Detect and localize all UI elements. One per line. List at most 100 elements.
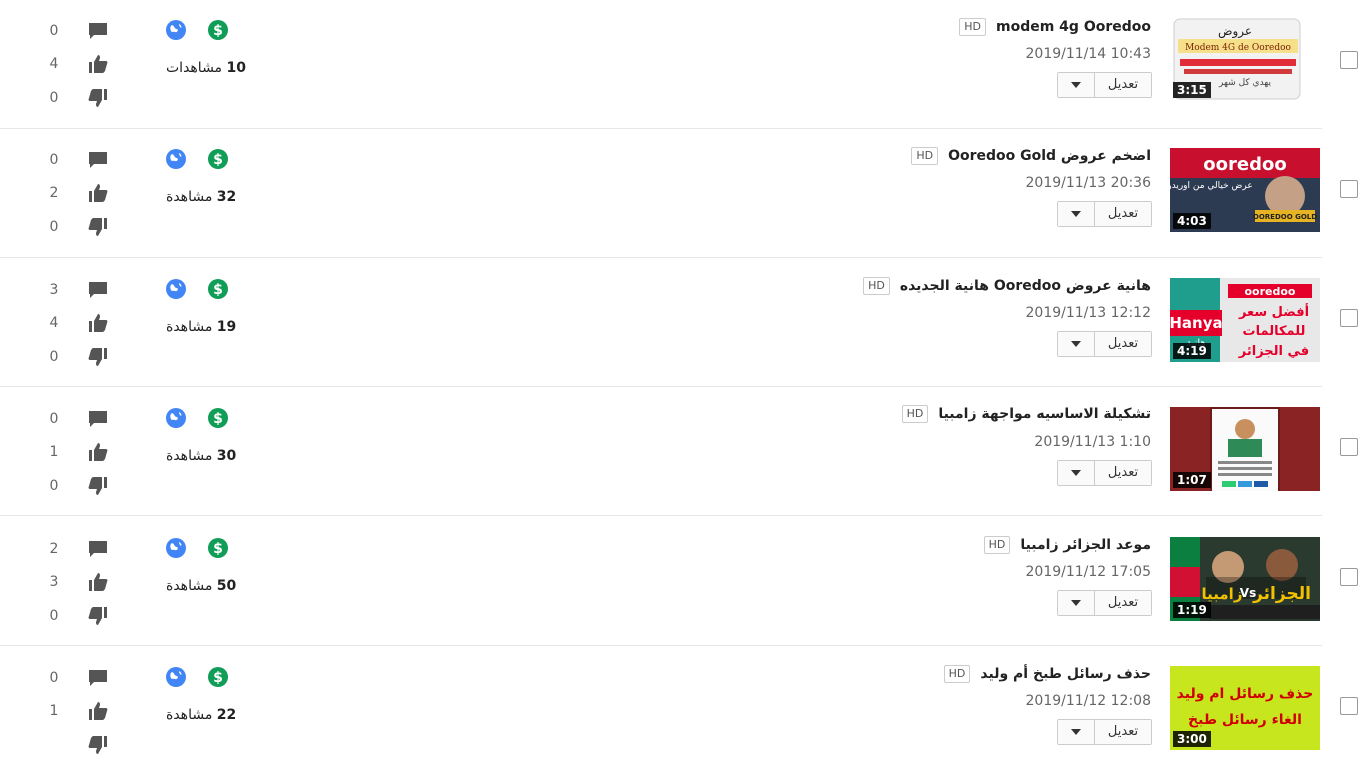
monetization-dollar-icon: $ — [208, 149, 228, 169]
comment-count: 3 — [49, 282, 59, 298]
edit-button[interactable]: تعديل — [1095, 461, 1151, 485]
like-count: 1 — [49, 444, 59, 460]
video-title[interactable]: موعد الجزائر زامبيا — [1020, 537, 1151, 553]
dislike-count: 0 — [49, 219, 59, 235]
view-count: 30 مشاهدة — [166, 448, 236, 464]
edit-button[interactable]: تعديل — [1095, 73, 1151, 97]
video-title[interactable]: حذف رسائل طبخ أم وليد — [980, 666, 1151, 682]
thumbs-down-icon — [88, 89, 107, 107]
video-title[interactable]: هانية عروض Ooredoo هانية الجديده — [900, 278, 1151, 294]
video-datetime: 2019/11/14 10:43 — [1025, 46, 1152, 62]
video-title[interactable]: modem 4g Ooredoo — [996, 19, 1151, 35]
video-row: الجزائر Vs زامبيا 1:19 موعد الجزائر زامب… — [0, 517, 1360, 647]
public-globe-icon — [166, 279, 186, 299]
svg-text:$: $ — [213, 282, 223, 298]
like-count: 3 — [49, 574, 59, 590]
views-word: مشاهدة — [166, 707, 213, 723]
row-checkbox[interactable] — [1340, 438, 1358, 456]
video-duration: 4:19 — [1173, 343, 1211, 359]
edit-button[interactable]: تعديل — [1095, 332, 1151, 356]
view-count: 22 مشاهدة — [166, 707, 236, 723]
thumb-text: الغاء رسائل طبخ — [1188, 712, 1302, 728]
more-options-button[interactable] — [1058, 591, 1095, 615]
title-line: اضخم عروض Ooredoo Gold HD — [911, 146, 1151, 166]
edit-button[interactable]: تعديل — [1095, 591, 1151, 615]
video-thumbnail[interactable]: ooredoo عرض خيالي من اوريدو OOREDOO GOLD… — [1170, 148, 1320, 232]
monetization-dollar-icon: $ — [208, 279, 228, 299]
row-checkbox[interactable] — [1340, 309, 1358, 327]
video-thumbnail[interactable]: 1:07 — [1170, 407, 1320, 491]
hd-badge: HD — [983, 536, 1011, 554]
view-count: 10 مشاهدات — [166, 60, 246, 76]
more-options-button[interactable] — [1058, 461, 1095, 485]
thumbs-up-icon — [89, 314, 108, 332]
thumbs-down-icon — [88, 477, 107, 495]
row-checkbox[interactable] — [1340, 180, 1358, 198]
public-globe-icon — [166, 408, 186, 428]
video-datetime: 2019/11/13 1:10 — [1034, 434, 1151, 450]
edit-actions: تعديل — [1057, 72, 1152, 98]
thumbs-up-icon — [89, 55, 108, 73]
hd-badge: HD — [959, 18, 986, 36]
thumb-text: للمكالمات — [1243, 324, 1306, 339]
video-thumbnail[interactable]: عروض Modem 4G de Ooredoo يهدي كل شهر 3:1… — [1170, 17, 1320, 101]
thumb-text: أفضل سعر — [1238, 303, 1309, 320]
edit-button[interactable]: تعديل — [1095, 202, 1151, 226]
public-globe-icon — [166, 667, 186, 687]
comment-icon — [89, 23, 107, 39]
chevron-down-icon — [1071, 470, 1081, 476]
video-list: عروض Modem 4G de Ooredoo يهدي كل شهر 3:1… — [0, 0, 1360, 754]
chevron-down-icon — [1071, 600, 1081, 606]
thumb-text: OOREDOO GOLD — [1253, 213, 1317, 221]
views-word: مشاهدة — [166, 578, 213, 594]
row-checkbox[interactable] — [1340, 568, 1358, 586]
row-divider — [0, 515, 1322, 516]
video-datetime: 2019/11/13 12:12 — [1025, 305, 1152, 321]
chevron-down-icon — [1071, 211, 1081, 217]
thumbs-down-icon — [88, 218, 107, 236]
more-options-button[interactable] — [1058, 73, 1095, 97]
dislike-count: 0 — [49, 608, 59, 624]
comment-count: 2 — [49, 541, 59, 557]
row-checkbox[interactable] — [1340, 51, 1358, 69]
edit-actions: تعديل — [1057, 460, 1152, 486]
row-checkbox[interactable] — [1340, 697, 1358, 715]
video-duration: 4:03 — [1173, 213, 1211, 229]
thumb-text: يهدي كل شهر — [1218, 78, 1271, 88]
video-thumbnail[interactable]: ooredoo أفضل سعر للمكالمات في الجزائر Ha… — [1170, 278, 1320, 362]
video-duration: 3:00 — [1173, 731, 1211, 747]
video-row: 1:07 تشكيلة الاساسيه مواجهة زامبيا HD 20… — [0, 387, 1360, 517]
thumb-text: ooredoo — [1203, 154, 1286, 175]
view-count: 50 مشاهدة — [166, 578, 236, 594]
edit-button[interactable]: تعديل — [1095, 720, 1151, 744]
video-datetime: 2019/11/13 20:36 — [1025, 175, 1152, 191]
svg-text:$: $ — [213, 541, 223, 557]
thumbs-down-icon — [88, 607, 107, 625]
svg-text:$: $ — [213, 670, 223, 686]
hd-badge: HD — [911, 147, 939, 165]
chevron-down-icon — [1071, 82, 1081, 88]
video-thumbnail[interactable]: حذف رسائل ام وليد الغاء رسائل طبخ 3:00 — [1170, 666, 1320, 750]
more-options-button[interactable] — [1058, 720, 1095, 744]
svg-text:$: $ — [213, 23, 223, 39]
video-title[interactable]: تشكيلة الاساسيه مواجهة زامبيا — [938, 406, 1151, 422]
video-title[interactable]: اضخم عروض Ooredoo Gold — [948, 148, 1151, 164]
edit-actions: تعديل — [1057, 719, 1152, 745]
more-options-button[interactable] — [1058, 202, 1095, 226]
more-options-button[interactable] — [1058, 332, 1095, 356]
video-row: ooredoo عرض خيالي من اوريدو OOREDOO GOLD… — [0, 129, 1360, 259]
views-number: 32 — [216, 189, 237, 205]
views-word: مشاهدة — [166, 448, 213, 464]
video-thumbnail[interactable]: الجزائر Vs زامبيا 1:19 — [1170, 537, 1320, 621]
thumbs-up-icon — [89, 443, 108, 461]
comment-count: 0 — [49, 152, 59, 168]
views-number: 19 — [216, 319, 237, 335]
svg-text:$: $ — [213, 152, 223, 168]
views-number: 30 — [216, 448, 237, 464]
dislike-count: 0 — [49, 349, 59, 365]
title-line: تشكيلة الاساسيه مواجهة زامبيا HD — [901, 404, 1151, 424]
svg-text:$: $ — [213, 411, 223, 427]
comment-count: 0 — [49, 411, 59, 427]
thumb-text: حذف رسائل ام وليد — [1177, 686, 1314, 702]
comment-count: 0 — [49, 23, 59, 39]
